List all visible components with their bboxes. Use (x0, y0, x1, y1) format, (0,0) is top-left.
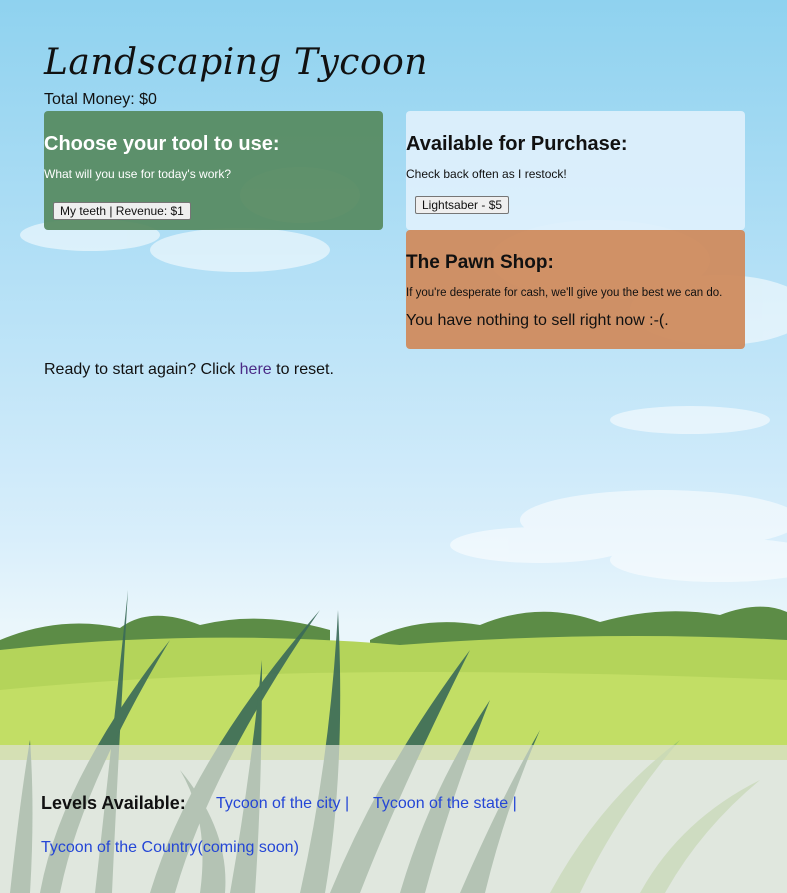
store-subtitle: Check back often as I restock! (406, 167, 567, 181)
store-heading: Available for Purchase: (406, 133, 628, 155)
tools-heading: Choose your tool to use: (44, 133, 280, 155)
levels-footer: Levels Available: Tycoon of the city | T… (0, 745, 787, 893)
total-money-label: Total Money: (44, 91, 140, 108)
tools-subtitle: What will you use for today's work? (44, 167, 232, 181)
level-link-state[interactable]: Tycoon of the state | (373, 795, 517, 813)
pawn-heading: The Pawn Shop: (406, 252, 554, 273)
use-tool-button[interactable]: My teeth | Revenue: $1 (53, 202, 191, 220)
tools-panel: Choose your tool to use: What will you u… (44, 111, 383, 230)
pawn-shop-panel: The Pawn Shop: If you're desperate for c… (406, 230, 745, 349)
buy-item-button[interactable]: Lightsaber - $5 (415, 196, 510, 214)
pawn-subtitle: If you're desperate for cash, we'll give… (406, 287, 723, 299)
page-title: Landscaping Tycoon (44, 42, 428, 83)
level-link-city[interactable]: Tycoon of the city | (216, 795, 349, 813)
levels-label: Levels Available: (41, 793, 186, 813)
reset-prefix: Ready to start again? Click (44, 361, 240, 378)
level-link-country[interactable]: Tycoon of the Country(coming soon) (41, 839, 299, 857)
pawn-empty-message: You have nothing to sell right now :-(. (406, 312, 669, 329)
reset-link[interactable]: here (240, 361, 272, 378)
reset-suffix: to reset. (271, 361, 334, 378)
store-panel: Available for Purchase: Check back often… (406, 111, 745, 230)
total-money-value: $0 (139, 91, 157, 108)
total-money: Total Money: $0 (44, 91, 157, 109)
reset-line: Ready to start again? Click here to rese… (44, 361, 334, 379)
